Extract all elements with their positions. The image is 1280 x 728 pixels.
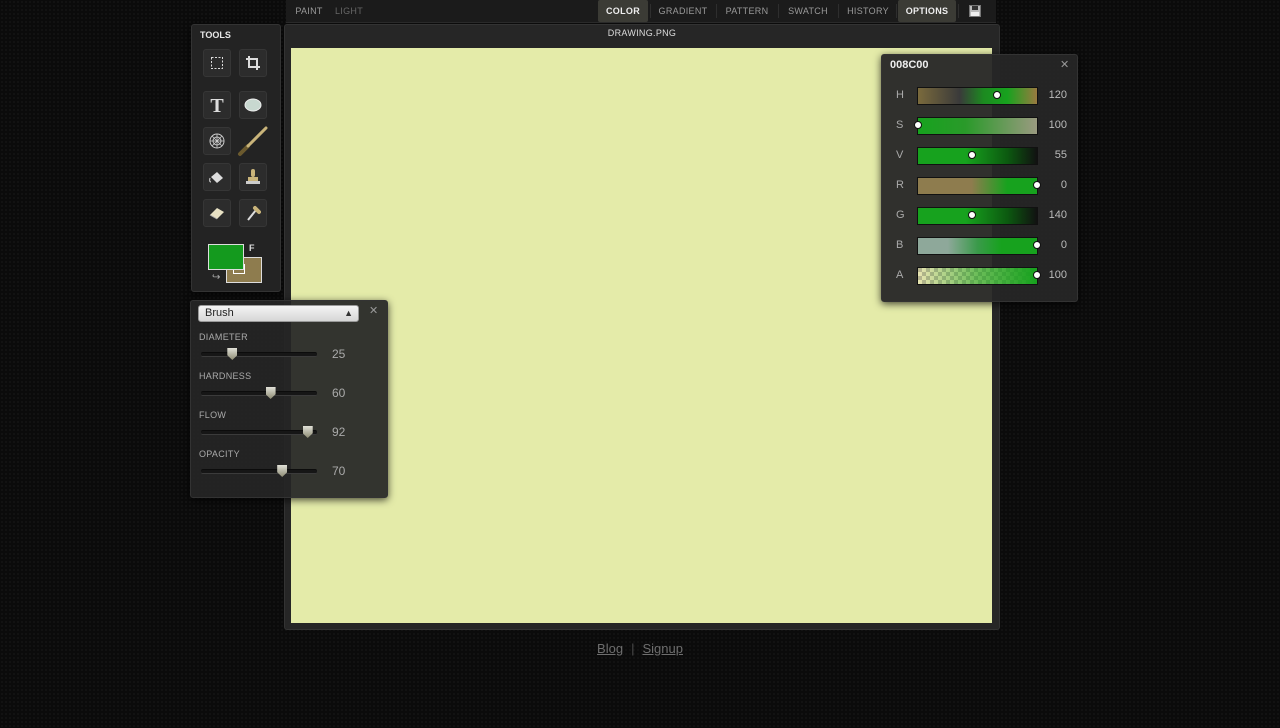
brush-type-select[interactable]: Brush ▲	[198, 305, 359, 322]
text-T-icon: T	[208, 96, 226, 114]
footer: Blog | Signup	[0, 641, 1280, 656]
menu-separator	[778, 4, 779, 18]
foreground-color-swatch[interactable]	[208, 244, 244, 270]
menu-pattern[interactable]: PATTERN	[718, 0, 776, 22]
swap-arrow-icon[interactable]: ↪	[212, 272, 220, 283]
swap-label[interactable]: F	[249, 243, 255, 253]
menu-light[interactable]: LIGHT	[330, 0, 368, 22]
green-label: G	[896, 209, 905, 221]
close-icon[interactable]: ✕	[1060, 58, 1069, 71]
diameter-slider[interactable]	[201, 348, 317, 360]
document-title: DRAWING.PNG	[607, 28, 677, 38]
crop-tool[interactable]	[239, 49, 267, 77]
spirograph-icon	[208, 132, 226, 150]
opacity-slider-thumb[interactable]	[277, 465, 288, 477]
brush-options-panel: Brush ▲ ✕ DIAMETER 25 HARDNESS 60 FLOW 9…	[190, 300, 388, 498]
menu-separator	[896, 4, 897, 18]
hardness-value: 60	[332, 386, 346, 400]
bucket-icon	[208, 169, 226, 185]
blue-label: B	[896, 239, 904, 251]
footer-separator: |	[631, 641, 635, 656]
menu-separator	[838, 4, 839, 18]
spirograph-tool[interactable]	[203, 127, 231, 155]
red-slider[interactable]	[917, 177, 1041, 195]
menu-gradient[interactable]: GRADIENT	[652, 0, 714, 22]
hex-color-value[interactable]: 008C00	[890, 59, 929, 71]
diameter-value: 25	[332, 347, 346, 361]
menu-separator	[650, 4, 651, 18]
dashed-rect-icon	[210, 56, 224, 70]
floppy-disk-icon[interactable]	[960, 0, 990, 22]
red-label: R	[896, 179, 904, 191]
flow-slider-thumb[interactable]	[302, 426, 313, 438]
flow-label: FLOW	[199, 410, 227, 420]
eyedropper-tool[interactable]	[239, 199, 267, 227]
menu-options[interactable]: OPTIONS	[898, 0, 956, 22]
value-slider[interactable]	[917, 147, 1038, 165]
hardness-label: HARDNESS	[199, 371, 252, 381]
select-arrows-icon: ▲	[344, 308, 353, 318]
ellipse-icon	[244, 98, 262, 112]
marquee-tool[interactable]	[203, 49, 231, 77]
menu-history[interactable]: HISTORY	[840, 0, 896, 22]
value-label: V	[896, 149, 904, 161]
green-value[interactable]: 140	[1038, 209, 1067, 221]
blue-value[interactable]: 0	[1038, 239, 1067, 251]
hue-slider[interactable]	[917, 87, 1038, 105]
top-menu-bar: PAINT LIGHT COLOR GRADIENT PATTERN SWATC…	[286, 0, 996, 23]
color-picker-panel: 008C00 ✕ H 120 S 100 V 55 R 0 G 140 B 0 …	[881, 54, 1078, 302]
stamp-tool[interactable]	[239, 163, 267, 191]
menu-swatch[interactable]: SWATCH	[780, 0, 836, 22]
red-value[interactable]: 0	[1038, 179, 1067, 191]
eraser-tool[interactable]	[203, 199, 231, 227]
opacity-value: 70	[332, 464, 346, 478]
hue-label: H	[896, 89, 904, 101]
green-slider-knob[interactable]	[967, 211, 976, 219]
alpha-slider[interactable]	[917, 267, 1041, 285]
paintbrush-icon	[236, 124, 270, 158]
menu-color[interactable]: COLOR	[598, 0, 648, 22]
hardness-slider[interactable]	[201, 387, 317, 399]
opacity-slider[interactable]	[201, 465, 317, 477]
diameter-slider-thumb[interactable]	[227, 348, 238, 360]
opacity-label: OPACITY	[199, 449, 240, 459]
hue-slider-knob[interactable]	[992, 91, 1001, 99]
svg-text:T: T	[210, 96, 224, 114]
eraser-icon	[208, 206, 226, 220]
ellipse-tool[interactable]	[239, 91, 267, 119]
crop-icon	[245, 55, 261, 71]
green-slider[interactable]	[917, 207, 1038, 225]
saturation-slider[interactable]	[914, 117, 1038, 135]
value-value[interactable]: 55	[1038, 149, 1067, 161]
text-tool[interactable]: T	[203, 91, 231, 119]
diameter-label: DIAMETER	[199, 332, 248, 342]
brush-tool[interactable]	[236, 124, 270, 158]
footer-link-signup[interactable]: Signup	[642, 641, 682, 656]
close-icon[interactable]: ✕	[369, 304, 378, 317]
hardness-slider-thumb[interactable]	[265, 387, 276, 399]
blue-slider[interactable]	[917, 237, 1041, 255]
flow-slider[interactable]	[201, 426, 317, 438]
alpha-label: A	[896, 269, 904, 281]
menu-separator	[958, 4, 959, 18]
tools-panel: TOOLS T F ↪	[191, 24, 281, 292]
menu-separator	[716, 4, 717, 18]
saturation-slider-knob[interactable]	[914, 121, 922, 129]
saturation-value[interactable]: 100	[1038, 119, 1067, 131]
value-slider-knob[interactable]	[967, 151, 976, 159]
stamp-icon	[245, 168, 261, 186]
alpha-value[interactable]: 100	[1038, 269, 1067, 281]
paint-bucket-tool[interactable]	[203, 163, 231, 191]
eyedropper-icon	[245, 204, 261, 222]
tools-title: TOOLS	[200, 30, 231, 40]
brush-type-value: Brush	[205, 307, 234, 319]
footer-link-blog[interactable]: Blog	[597, 641, 623, 656]
menu-paint[interactable]: PAINT	[290, 0, 328, 22]
hue-value[interactable]: 120	[1038, 89, 1067, 101]
flow-value: 92	[332, 425, 346, 439]
saturation-label: S	[896, 119, 904, 131]
